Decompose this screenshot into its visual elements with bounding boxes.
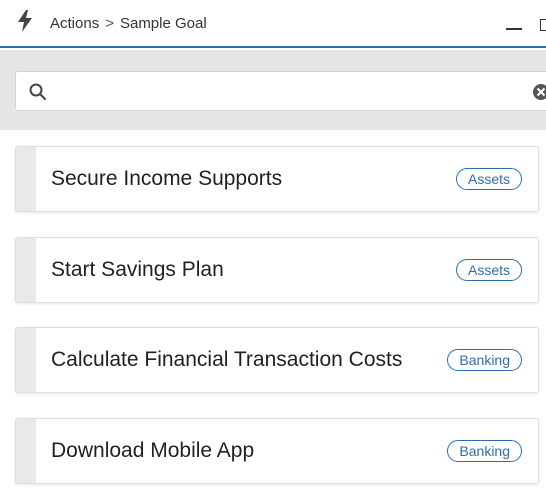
search-area <box>0 50 546 130</box>
action-card[interactable]: Secure Income Supports Assets <box>15 146 539 212</box>
card-stripe <box>16 238 36 302</box>
breadcrumb-separator: > <box>105 15 114 32</box>
action-title: Download Mobile App <box>51 439 255 462</box>
category-tag: Banking <box>447 349 522 371</box>
card-stripe <box>16 328 36 392</box>
breadcrumb-current: Sample Goal <box>119 15 207 32</box>
title-bar: Actions > Sample Goal <box>0 0 546 48</box>
search-icon <box>29 83 46 100</box>
action-card[interactable]: Calculate Financial Transaction Costs Ba… <box>15 327 539 393</box>
breadcrumb-root[interactable]: Actions <box>50 15 99 32</box>
action-title: Secure Income Supports <box>51 167 283 190</box>
action-card[interactable]: Download Mobile App Banking <box>15 418 539 484</box>
action-title: Calculate Financial Transaction Costs <box>51 348 403 371</box>
category-tag: Assets <box>455 259 522 281</box>
clear-icon[interactable] <box>532 83 546 101</box>
breadcrumb: Actions > Sample Goal <box>50 15 207 32</box>
action-card[interactable]: Start Savings Plan Assets <box>15 237 539 303</box>
search-box <box>15 71 546 111</box>
lightning-bolt-icon <box>18 10 32 32</box>
card-stripe <box>16 419 36 483</box>
card-stripe <box>16 147 36 211</box>
category-tag: Assets <box>455 168 522 190</box>
category-tag: Banking <box>447 440 522 462</box>
action-title: Start Savings Plan <box>51 258 224 281</box>
maximize-icon[interactable] <box>540 19 546 31</box>
search-input[interactable] <box>60 78 520 106</box>
minimize-icon[interactable] <box>506 28 522 30</box>
